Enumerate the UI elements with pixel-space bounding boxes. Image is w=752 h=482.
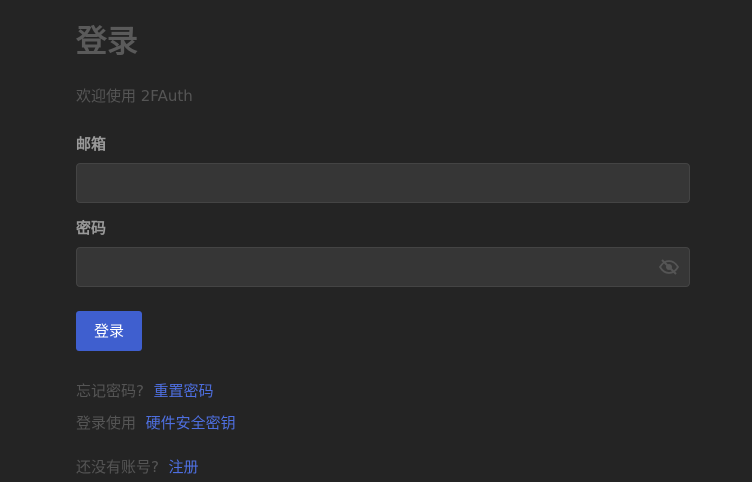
login-button[interactable]: 登录 bbox=[76, 311, 142, 351]
email-label: 邮箱 bbox=[76, 135, 107, 153]
email-field[interactable] bbox=[77, 164, 689, 202]
login-page: 登录 欢迎使用 2FAuth 邮箱 密码 登录 忘记密码? 重置密码 登录使用 … bbox=[0, 0, 752, 482]
forgot-password-line: 忘记密码? 重置密码 bbox=[76, 381, 214, 401]
security-key-link[interactable]: 硬件安全密钥 bbox=[146, 414, 236, 432]
forgot-password-text: 忘记密码? bbox=[76, 382, 144, 400]
register-line: 还没有账号? 注册 bbox=[76, 457, 199, 477]
email-field-wrapper bbox=[76, 163, 690, 203]
password-field-wrapper bbox=[76, 247, 690, 287]
password-field[interactable] bbox=[77, 248, 689, 286]
register-link[interactable]: 注册 bbox=[169, 458, 199, 476]
register-text: 还没有账号? bbox=[76, 458, 159, 476]
password-label: 密码 bbox=[76, 219, 107, 237]
reset-password-link[interactable]: 重置密码 bbox=[154, 382, 214, 400]
eye-slash-icon[interactable] bbox=[658, 257, 680, 277]
page-title: 登录 bbox=[76, 24, 138, 60]
eye-slash-icon-graphic bbox=[658, 259, 680, 275]
webauthn-line: 登录使用 硬件安全密钥 bbox=[76, 413, 236, 433]
webauthn-text: 登录使用 bbox=[76, 414, 137, 432]
page-subtitle: 欢迎使用 2FAuth bbox=[76, 87, 193, 105]
